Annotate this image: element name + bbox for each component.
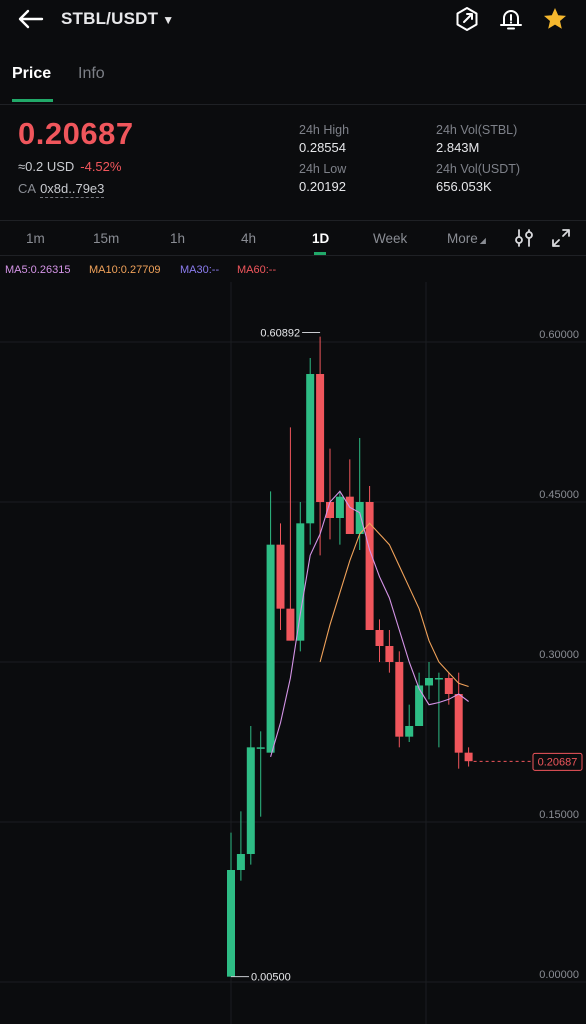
low-value: 0.20192: [299, 179, 346, 194]
pair-dropdown-icon: ▼: [162, 13, 175, 27]
usd-value: ≈0.2 USD: [18, 159, 75, 174]
vol-base-label: 24h Vol(STBL): [436, 123, 518, 137]
vol-base-value: 2.843M: [436, 140, 480, 155]
y-tick-label: 0.60000: [539, 329, 579, 341]
ca-value[interactable]: 0x8d..79e3: [40, 181, 105, 198]
vol-quote-value: 656.053K: [436, 179, 492, 194]
price-change: -4.52%: [80, 159, 122, 174]
candle-body: [276, 544, 285, 609]
interval-1m[interactable]: 1m: [26, 231, 45, 246]
min-price-label: 0.00500: [251, 972, 291, 984]
candle-body: [365, 502, 374, 630]
candle-body: [236, 854, 245, 870]
candlestick-chart[interactable]: 0.60000 0.45000 0.30000 0.15000 0.00000 0.608…: [0, 282, 586, 1024]
last-price-label: 0.20687: [538, 756, 578, 768]
divider: [0, 255, 586, 256]
back-arrow-icon[interactable]: [16, 6, 46, 32]
candle-body: [375, 630, 384, 646]
usd-value-row: ≈0.2 USD -4.52%: [18, 159, 121, 174]
candle-body: [266, 544, 275, 753]
ma30-value: MA30:--: [180, 264, 220, 276]
ma5-value: MA5:0.26315: [5, 264, 71, 276]
tab-price[interactable]: Price: [12, 65, 51, 83]
high-label: 24h High: [299, 123, 350, 137]
low-label: 24h Low: [299, 162, 347, 176]
top-bar: STBL/USDT ▼: [0, 0, 586, 40]
interval-15m[interactable]: 15m: [93, 231, 119, 246]
candle-body: [425, 678, 433, 686]
candle-body: [415, 685, 424, 726]
share-icon[interactable]: [454, 6, 480, 32]
candle-body: [405, 726, 414, 737]
ma10-value: MA10:0.27709: [89, 264, 161, 276]
candle-body: [444, 678, 453, 694]
alert-bell-icon[interactable]: [498, 6, 524, 32]
active-tab-indicator: [12, 99, 53, 102]
ma60-value: MA60:--: [237, 264, 277, 276]
candle-body: [306, 374, 315, 524]
candle-body: [385, 646, 394, 662]
candle-body: [256, 747, 265, 749]
pair-selector[interactable]: STBL/USDT ▼: [61, 9, 174, 29]
max-price-label: 0.60892: [260, 327, 300, 339]
candle-body: [246, 747, 255, 854]
candle-body: [395, 662, 404, 737]
view-tabs: Price Info: [0, 58, 586, 105]
candle-body: [335, 496, 344, 518]
y-tick-label: 0.45000: [539, 489, 579, 501]
candle-body: [296, 523, 305, 641]
candle-body: [355, 502, 364, 534]
ca-label: CA: [18, 181, 37, 196]
candle-body: [434, 678, 443, 680]
interval-1h[interactable]: 1h: [170, 231, 185, 246]
pair-label: STBL/USDT: [61, 9, 159, 28]
candle-body: [454, 694, 463, 753]
interval-1d[interactable]: 1D: [312, 231, 329, 246]
more-dropdown-icon: ◢: [479, 236, 486, 245]
interval-4h[interactable]: 4h: [241, 231, 256, 246]
interval-more-label: More: [447, 231, 478, 246]
candle-body: [464, 752, 473, 762]
high-value: 0.28554: [299, 140, 346, 155]
indicator-settings-icon[interactable]: [513, 227, 535, 249]
tab-info[interactable]: Info: [78, 65, 105, 83]
candle-body: [227, 870, 235, 977]
y-tick-label: 0.00000: [539, 969, 579, 981]
last-price: 0.20687: [18, 116, 134, 151]
contract-address: CA 0x8d..79e3: [18, 181, 105, 198]
fullscreen-icon[interactable]: [550, 227, 572, 249]
vol-quote-label: 24h Vol(USDT): [436, 162, 521, 176]
candle-body: [316, 374, 325, 502]
interval-more[interactable]: More ◢: [447, 231, 486, 246]
y-tick-label: 0.30000: [539, 649, 579, 661]
interval-week[interactable]: Week: [373, 231, 407, 246]
candle-body: [286, 608, 295, 641]
favorite-star-icon[interactable]: [542, 6, 568, 32]
interval-bar: 1m 15m 1h 4h 1D Week More ◢: [0, 221, 586, 255]
y-tick-label: 0.15000: [539, 809, 579, 821]
